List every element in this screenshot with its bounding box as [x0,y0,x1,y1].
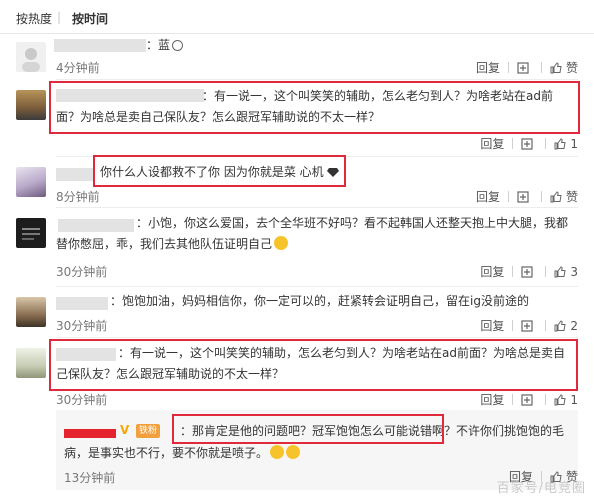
username-redacted[interactable] [54,39,146,52]
comment-item: 你什么人设都救不了你 因为你就是菜 心机 8分钟前 回复 赞 [0,157,594,207]
avatar[interactable] [16,297,46,327]
thumbs-up-icon [550,190,562,202]
like-button[interactable]: 3 [554,265,578,279]
separator [507,191,509,202]
separator [540,191,542,202]
repost-icon [521,319,533,332]
repost-icon [521,137,533,150]
comment-item: ：蓝 4分钟前 回复 赞 [0,34,594,78]
reply-button[interactable]: 回复 [480,263,504,280]
avatar-image [22,48,40,72]
comment-actions: 回复 1 [480,135,578,152]
comment-item: ：有一说一，这个叫笑笑的辅助，怎么老匀到人？为啥老站在ad前面？为啥总是卖自己保… [0,80,594,156]
reply-button[interactable]: 回复 [476,188,500,205]
sort-by-hot-tab[interactable]: 按热度 [16,10,52,27]
like-button[interactable]: 赞 [550,188,578,205]
reply-text: ：那肯定是他的问题吧？冠军饱饱怎么可能说错啊？不许你们挑饱饱的毛病，是事实也不行… [64,424,565,460]
comment-text: ：有一说一，这个叫笑笑的辅助，怎么老匀到人？为啥老站在ad前面？为啥总是卖自己保… [56,346,565,381]
repost-icon [521,265,533,278]
comment-actions: 回复 3 [480,263,578,280]
comment-item: ：有一说一，这个叫笑笑的辅助，怎么老匀到人？为啥老站在ad前面？为啥总是卖自己保… [0,338,594,408]
smile-emoji-icon [274,236,289,250]
watermark: 百家号/电竞圈 [496,481,586,496]
avatar[interactable] [16,90,46,120]
sort-by-time-tab[interactable]: 按时间 [72,10,108,27]
repost-button[interactable] [517,61,533,74]
comment-item: ：小饱，你这么爱国，去个全华班不好吗？看不起韩国人还整天抱上中大腿，我都替你憋屈… [0,208,594,290]
comment-text: ：小饱，你这么爱国，去个全华班不好吗？看不起韩国人还整天抱上中大腿，我都替你憋屈… [56,216,569,251]
separator [512,394,514,405]
comment-actions: 回复 赞 [476,59,578,76]
separator [507,62,509,73]
like-button[interactable]: 1 [554,393,578,407]
separator [545,394,547,405]
comment-text: 你什么人设都救不了你 因为你就是菜 心机 [100,162,572,183]
diamond-icon [327,168,340,177]
thumbs-up-icon [554,265,566,277]
reply-time: 13分钟前 [64,471,116,485]
comment-time: 30分钟前 [56,393,108,407]
comment-time: 4分钟前 [56,61,100,75]
like-button[interactable]: 1 [554,137,578,151]
separator [512,138,514,149]
reply-button[interactable]: 回复 [480,391,504,408]
comment-time: 30分钟前 [56,319,108,333]
laugh-emoji-icon [286,445,301,459]
thumbs-up-icon [554,393,566,405]
thumbs-up-icon [550,61,562,73]
comment-text: ：有一说一，这个叫笑笑的辅助，怎么老匀到人？为啥老站在ad前面？为啥总是卖自己保… [56,89,553,124]
avatar[interactable] [16,42,46,72]
separator [540,62,542,73]
comment-actions: 回复 2 [480,317,578,334]
repost-button[interactable] [521,137,537,150]
separator [545,138,547,149]
repost-button[interactable] [517,190,533,203]
repost-icon [521,393,533,406]
username-redacted[interactable] [56,168,94,181]
comment-actions: 回复 赞 [476,188,578,205]
repost-icon [517,61,529,74]
thumbs-up-icon [554,137,566,149]
emoji-icon [172,40,184,51]
comment-actions: 回复 1 [480,391,578,408]
repost-button[interactable] [521,393,537,406]
avatar[interactable] [16,348,46,378]
thumbs-up-icon [554,319,566,331]
sort-separator: | [57,10,62,24]
repost-button[interactable] [521,265,537,278]
reply-button[interactable]: 回复 [480,135,504,152]
comment-item: ：饱饱加油，妈妈相信你，你一定可以的，赶紧转会证明自己，留在ig没前途的 30分… [0,287,594,337]
comment-text: ：蓝 [146,35,572,56]
avatar[interactable] [16,218,46,248]
avatar-image [22,228,40,240]
separator [545,266,547,277]
separator [512,266,514,277]
laugh-emoji-icon [270,445,285,459]
sort-bar: 按热度 | 按时间 [0,0,594,34]
reply-button[interactable]: 回复 [480,317,504,334]
separator [545,320,547,331]
like-button[interactable]: 2 [554,319,578,333]
repost-button[interactable] [521,319,537,332]
comment-time: 8分钟前 [56,190,100,204]
comment-text: ：饱饱加油，妈妈相信你，你一定可以的，赶紧转会证明自己，留在ig没前途的 [110,294,529,308]
avatar[interactable] [16,167,46,197]
comment-time: 30分钟前 [56,265,108,279]
repost-icon [517,190,529,203]
separator [512,320,514,331]
reply-button[interactable]: 回复 [476,59,500,76]
like-button[interactable]: 赞 [550,59,578,76]
